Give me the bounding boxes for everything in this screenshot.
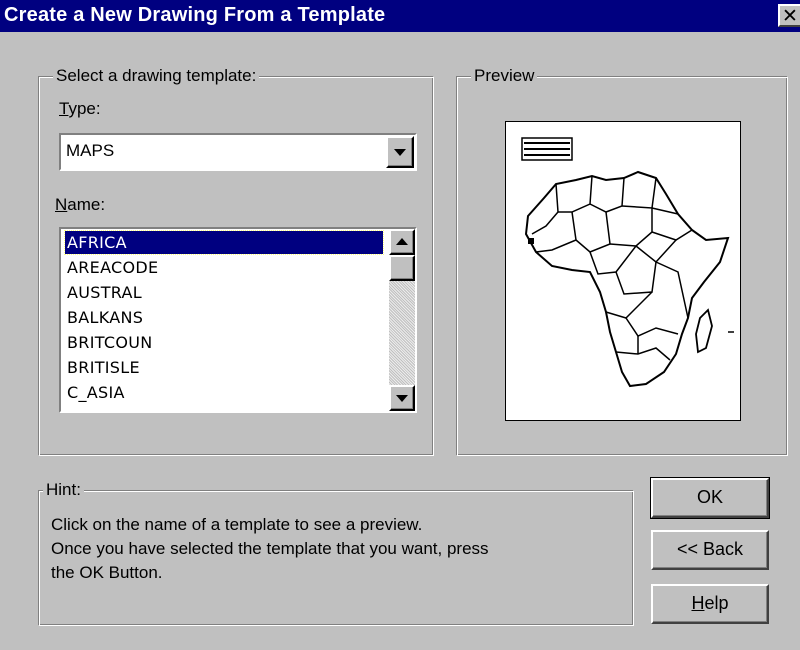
- ok-button-label: OK: [696, 487, 723, 507]
- list-item[interactable]: AREACODE: [65, 256, 383, 279]
- help-button[interactable]: Help: [651, 584, 769, 624]
- back-button-label: << Back: [676, 539, 744, 559]
- list-item[interactable]: BALKANS: [65, 306, 383, 329]
- ok-button[interactable]: OK: [650, 477, 770, 519]
- template-name-list[interactable]: AFRICA AREACODE AUSTRAL BALKANS BRITCOUN BRIT…: [59, 227, 417, 413]
- list-item[interactable]: AUSTRAL: [65, 281, 383, 304]
- type-dropdown-button[interactable]: [386, 136, 414, 168]
- arrow-up-icon: [396, 238, 408, 245]
- list-item-selected[interactable]: AFRICA: [64, 230, 384, 255]
- type-dropdown[interactable]: MAPS: [59, 133, 417, 171]
- type-dropdown-value: MAPS: [66, 141, 115, 160]
- name-label: Name:: [55, 195, 106, 214]
- type-label: Type:: [59, 99, 101, 118]
- chevron-down-icon: [394, 149, 406, 156]
- preview-legend: Preview: [471, 66, 538, 86]
- title-bar: Create a New Drawing From a Template ✕: [0, 0, 800, 32]
- close-button[interactable]: ✕: [778, 4, 800, 27]
- arrow-down-icon: [396, 395, 408, 402]
- hint-line-1: Click on the name of a template to see a…: [51, 515, 423, 534]
- select-template-group: Select a drawing template: Type: MAPS Na…: [38, 66, 434, 456]
- hint-line-2: Once you have selected the template that…: [51, 539, 489, 558]
- hint-legend: Hint:: [43, 480, 84, 500]
- africa-map-image: [521, 137, 734, 388]
- back-button[interactable]: << Back: [651, 530, 769, 570]
- list-item[interactable]: C_ASIA: [65, 381, 383, 404]
- select-template-legend: Select a drawing template:: [53, 66, 260, 86]
- scroll-up-button[interactable]: [389, 229, 415, 255]
- preview-group: Preview: [456, 66, 788, 456]
- list-item[interactable]: BRITISLE: [65, 356, 383, 379]
- scroll-down-button[interactable]: [389, 385, 415, 411]
- hint-group: Hint: Click on the name of a template to…: [38, 480, 634, 626]
- window-title: Create a New Drawing From a Template: [4, 4, 386, 26]
- hint-line-3: the OK Button.: [51, 563, 163, 582]
- scroll-thumb[interactable]: [389, 255, 415, 281]
- preview-image-frame: [505, 121, 741, 421]
- close-icon: ✕: [782, 6, 798, 27]
- help-button-label: Help: [691, 593, 729, 613]
- list-scrollbar[interactable]: [389, 229, 415, 411]
- list-item[interactable]: BRITCOUN: [65, 331, 383, 354]
